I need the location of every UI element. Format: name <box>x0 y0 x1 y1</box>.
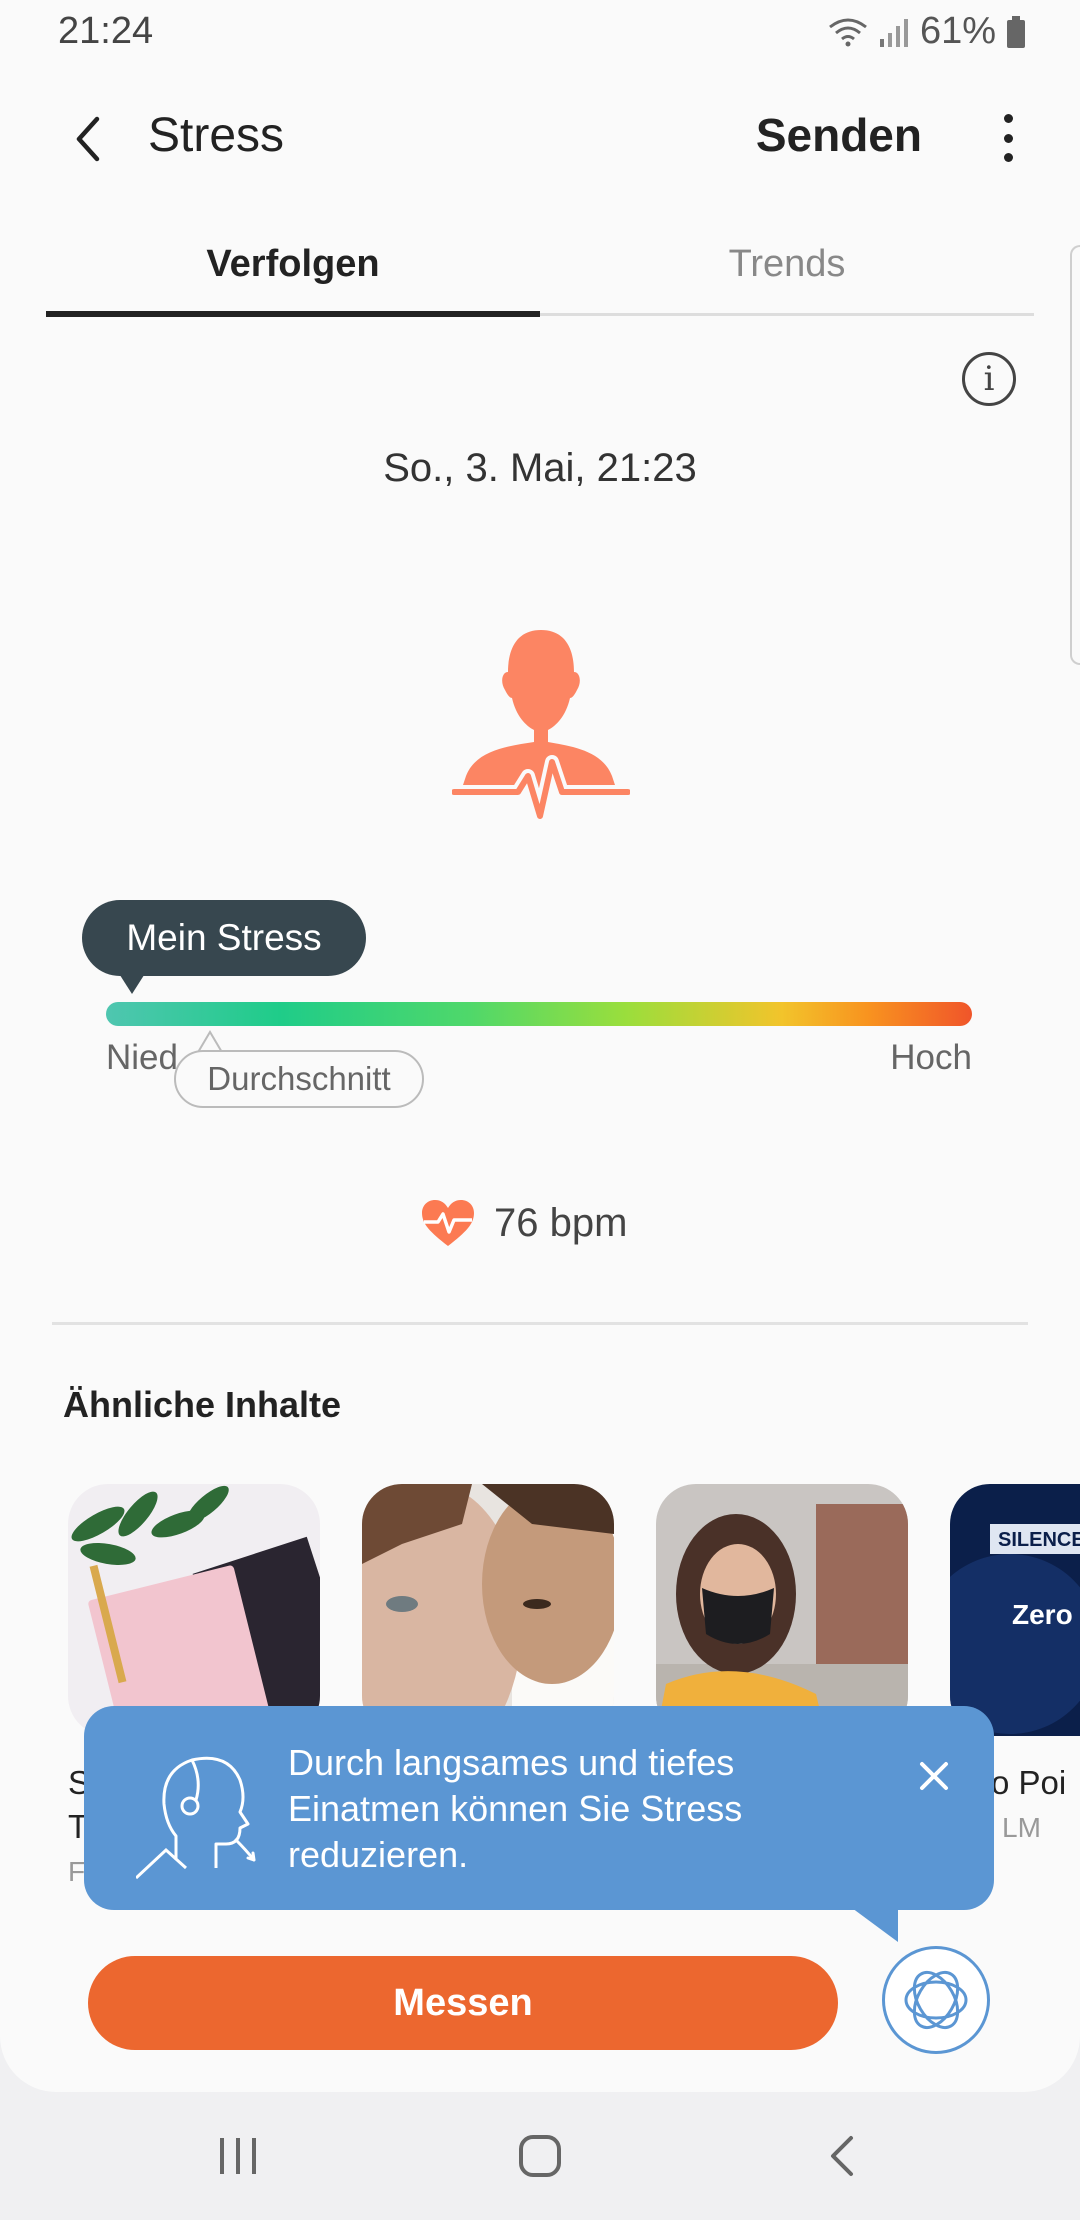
card-4-subtitle: LM <box>1002 1812 1041 1843</box>
breathing-person-icon <box>136 1756 256 1880</box>
content-card-2[interactable] <box>362 1484 614 1736</box>
send-button[interactable]: Senden <box>756 108 922 162</box>
tab-trends[interactable]: Trends <box>540 232 1034 313</box>
battery-icon <box>1006 15 1026 48</box>
tab-verfolgen[interactable]: Verfolgen <box>46 232 540 317</box>
system-nav-bar <box>0 2092 1080 2220</box>
similar-content-title: Ähnliche Inhalte <box>63 1384 342 1425</box>
close-icon[interactable] <box>914 1756 954 1796</box>
content-card-4[interactable]: SILENCE Zero P <box>950 1484 1080 1736</box>
status-indicators: 61% <box>828 10 1026 53</box>
back-icon <box>831 2136 853 2176</box>
breathe-icon <box>904 1971 968 2029</box>
measurement-date: So., 3. Mai, 21:23 <box>383 446 697 490</box>
stress-person-icon <box>452 630 630 820</box>
heart-rate: 76 bpm <box>420 1198 627 1248</box>
tab-bar: Verfolgen Trends <box>46 232 1034 317</box>
breathing-tip[interactable]: Durch langsames und tiefes Einatmen könn… <box>84 1706 994 1910</box>
page-title: Stress <box>148 109 285 162</box>
tip-pointer <box>852 1908 898 1942</box>
more-vertical-icon <box>1003 114 1013 123</box>
bpm-value: 76 bpm <box>494 1200 628 1245</box>
section-divider <box>52 1322 1028 1325</box>
card-1-subtitle: F <box>68 1856 86 1887</box>
heart-rate-icon <box>422 1200 474 1246</box>
recents-icon <box>220 2138 256 2174</box>
my-stress-pointer <box>117 972 146 994</box>
back-button[interactable] <box>58 104 118 174</box>
wifi-icon <box>828 17 868 47</box>
average-pill: Durchschnitt <box>174 1050 424 1108</box>
gauge-low-label: Nied <box>106 1038 178 1077</box>
gauge-high-label: Hoch <box>890 1038 972 1077</box>
cover-title: Zero P <box>1012 1599 1080 1630</box>
recents-button[interactable] <box>208 2126 268 2186</box>
home-icon <box>519 2135 561 2177</box>
measure-button[interactable]: Messen <box>88 1956 838 2050</box>
info-button[interactable]: i <box>962 352 1016 406</box>
info-icon: i <box>983 359 995 399</box>
stress-gauge-bar <box>106 1002 972 1026</box>
home-button[interactable] <box>510 2126 570 2186</box>
system-back-button[interactable] <box>812 2126 872 2186</box>
my-stress-bubble: Mein Stress <box>82 900 366 976</box>
more-options-button[interactable] <box>988 106 1028 170</box>
breathe-button[interactable] <box>882 1946 990 2054</box>
app-screen: 21:24 61% Stress Senden Verfolgen Trends… <box>0 0 1080 2092</box>
content-card-1[interactable] <box>68 1484 320 1736</box>
status-time: 21:24 <box>58 10 154 52</box>
signal-icon <box>878 17 910 47</box>
cover-brand: SILENCE <box>998 1529 1080 1551</box>
tip-text: Durch langsames und tiefes Einatmen könn… <box>288 1742 743 1875</box>
chevron-left-icon <box>76 116 100 162</box>
content-card-3[interactable] <box>656 1484 908 1736</box>
battery-percent: 61% <box>919 10 996 52</box>
